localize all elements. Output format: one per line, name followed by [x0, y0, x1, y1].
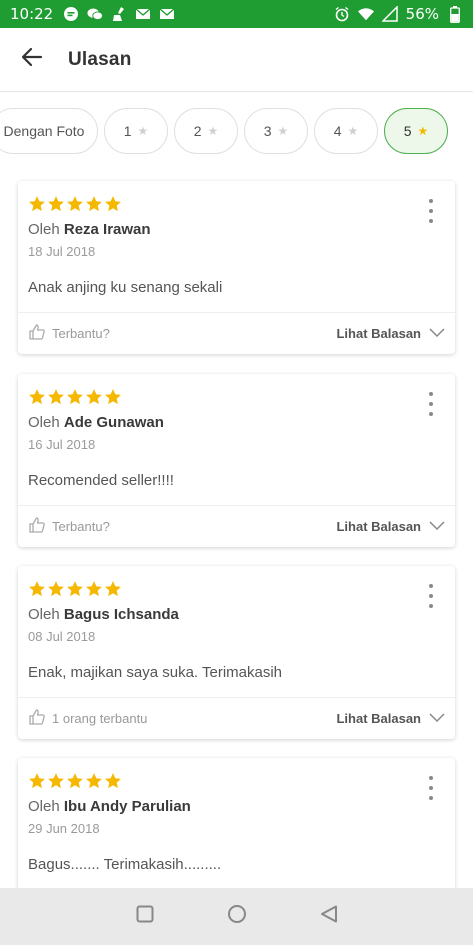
star-rating: [28, 770, 445, 792]
star-icon: [105, 773, 121, 789]
filter-3-star-chip[interactable]: 3 ★: [244, 108, 308, 154]
status-bar: 10:22 56%: [0, 0, 473, 28]
star-icon: [48, 581, 64, 597]
app-bar: Ulasan: [0, 28, 473, 92]
status-time: 10:22: [10, 5, 54, 23]
star-icon: ★: [207, 124, 219, 138]
star-icon: ★: [347, 124, 359, 138]
review-text: Bagus....... Terimakasih.........: [28, 856, 222, 873]
review-card: Oleh Reza Irawan 18 Jul 2018 Anak anjing…: [18, 181, 455, 354]
review-author: Ade Gunawan: [63, 414, 164, 431]
cleaner-icon: [111, 6, 127, 22]
star-icon: [48, 773, 64, 789]
filter-5-star-chip[interactable]: 5 ★: [384, 108, 448, 154]
star-icon: [105, 389, 121, 405]
review-date: 16 Jul 2018: [28, 437, 96, 452]
rating-filter-bar: Dengan Foto 1 ★ 2 ★ 3 ★ 4 ★ 5 ★: [0, 108, 448, 156]
helpful-button[interactable]: 1 orang terbantu: [28, 708, 147, 729]
filter-4-star-chip[interactable]: 4 ★: [314, 108, 378, 154]
chevron-down-icon: [429, 711, 445, 726]
recents-button[interactable]: [133, 905, 157, 929]
star-icon: [67, 196, 83, 212]
star-icon: [86, 773, 102, 789]
review-text: Enak, majikan saya suka. Terimakasih: [28, 664, 283, 681]
view-reply-button[interactable]: Lihat Balasan: [336, 711, 445, 726]
star-icon: [29, 196, 45, 212]
more-options-button[interactable]: [421, 392, 441, 416]
alarm-icon: [334, 6, 350, 22]
triangle-back-icon: [320, 905, 338, 928]
circle-home-icon: [227, 904, 247, 929]
star-rating: [28, 578, 445, 600]
star-icon: [67, 581, 83, 597]
star-icon: [105, 196, 121, 212]
view-reply-button[interactable]: Lihat Balasan: [336, 519, 445, 534]
star-icon: ★: [277, 124, 289, 138]
star-icon: [67, 389, 83, 405]
star-icon: [105, 581, 121, 597]
chat-icon: [63, 6, 79, 22]
chevron-down-icon: [429, 326, 445, 341]
review-card: Oleh Ade Gunawan 16 Jul 2018 Recomended …: [18, 374, 455, 547]
home-button[interactable]: [225, 905, 249, 929]
wifi-icon: [357, 6, 374, 22]
review-text: Anak anjing ku senang sekali: [28, 279, 223, 296]
back-nav-button[interactable]: [317, 905, 341, 929]
helpful-button[interactable]: Terbantu?: [28, 516, 110, 537]
review-author: Reza Irawan: [63, 221, 151, 238]
star-icon: ★: [137, 124, 149, 138]
star-icon: [29, 581, 45, 597]
battery-percent: 56%: [405, 5, 439, 23]
review-text: Recomended seller!!!!: [28, 472, 174, 489]
thumbs-up-icon: [28, 708, 46, 729]
back-button[interactable]: [12, 40, 52, 80]
star-icon: [48, 389, 64, 405]
chevron-down-icon: [429, 519, 445, 534]
view-reply-button[interactable]: Lihat Balasan: [336, 326, 445, 341]
filter-2-star-chip[interactable]: 2 ★: [174, 108, 238, 154]
star-icon: [86, 581, 102, 597]
review-card: Oleh Ibu Andy Parulian 29 Jun 2018 Bagus…: [18, 758, 455, 898]
star-icon: [29, 389, 45, 405]
review-date: 18 Jul 2018: [28, 244, 96, 259]
thumbs-up-icon: [28, 516, 46, 537]
filter-with-photo-chip[interactable]: Dengan Foto: [0, 108, 98, 154]
thumbs-up-icon: [28, 323, 46, 344]
page-title: Ulasan: [68, 48, 132, 70]
square-recents-icon: [136, 905, 154, 928]
star-rating: [28, 386, 445, 408]
review-author: Ibu Andy Parulian: [63, 798, 191, 815]
star-rating: [28, 193, 445, 215]
mail-icon: [135, 6, 151, 22]
review-author: Bagus Ichsanda: [63, 606, 179, 623]
more-options-button[interactable]: [421, 584, 441, 608]
review-card: Oleh Bagus Ichsanda 08 Jul 2018 Enak, ma…: [18, 566, 455, 739]
helpful-button[interactable]: Terbantu?: [28, 323, 110, 344]
star-icon: ★: [417, 124, 429, 138]
mail-icon: [159, 6, 175, 22]
system-nav-bar: [0, 888, 473, 945]
wechat-icon: [87, 6, 104, 22]
arrow-left-icon: [21, 46, 43, 73]
star-icon: [48, 196, 64, 212]
battery-icon: [447, 5, 463, 23]
more-options-button[interactable]: [421, 776, 441, 800]
more-options-button[interactable]: [421, 199, 441, 223]
review-date: 08 Jul 2018: [28, 629, 96, 644]
signal-icon: [381, 6, 398, 22]
filter-1-star-chip[interactable]: 1 ★: [104, 108, 168, 154]
star-icon: [67, 773, 83, 789]
review-date: 29 Jun 2018: [28, 821, 100, 836]
star-icon: [86, 196, 102, 212]
star-icon: [86, 389, 102, 405]
star-icon: [29, 773, 45, 789]
